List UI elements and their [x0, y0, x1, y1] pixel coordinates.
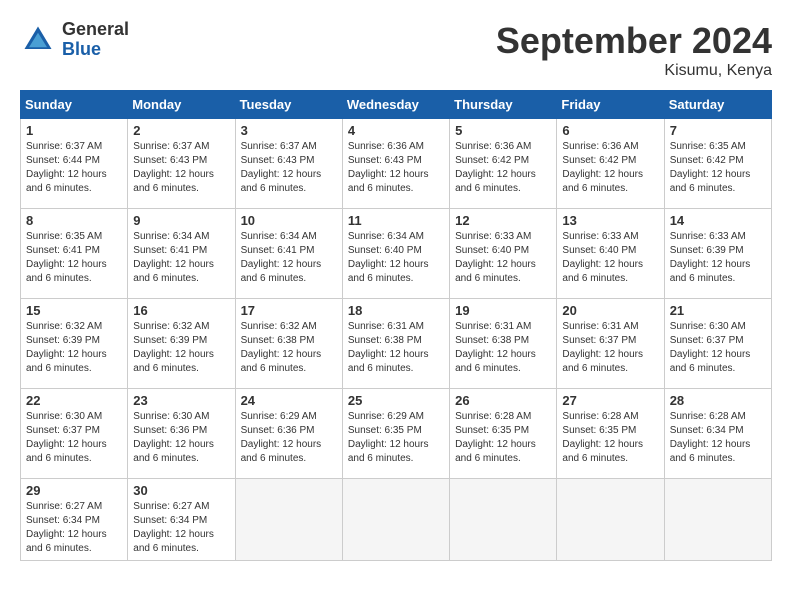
- header-wednesday: Wednesday: [342, 91, 449, 119]
- empty-cell-2: [342, 479, 449, 561]
- calendar-table: Sunday Monday Tuesday Wednesday Thursday…: [20, 90, 772, 561]
- day-30: 30 Sunrise: 6:27 AMSunset: 6:34 PMDaylig…: [128, 479, 235, 561]
- week-row-1: 1 Sunrise: 6:37 AMSunset: 6:44 PMDayligh…: [21, 119, 772, 209]
- week-row-3: 15 Sunrise: 6:32 AMSunset: 6:39 PMDaylig…: [21, 299, 772, 389]
- day-19: 19 Sunrise: 6:31 AMSunset: 6:38 PMDaylig…: [450, 299, 557, 389]
- empty-cell-1: [235, 479, 342, 561]
- day-9: 9 Sunrise: 6:34 AMSunset: 6:41 PMDayligh…: [128, 209, 235, 299]
- logo[interactable]: General Blue: [20, 20, 129, 60]
- week-row-5: 29 Sunrise: 6:27 AMSunset: 6:34 PMDaylig…: [21, 479, 772, 561]
- day-3: 3 Sunrise: 6:37 AMSunset: 6:43 PMDayligh…: [235, 119, 342, 209]
- day-5: 5 Sunrise: 6:36 AMSunset: 6:42 PMDayligh…: [450, 119, 557, 209]
- day-12: 12 Sunrise: 6:33 AMSunset: 6:40 PMDaylig…: [450, 209, 557, 299]
- day-22: 22 Sunrise: 6:30 AMSunset: 6:37 PMDaylig…: [21, 389, 128, 479]
- day-7: 7 Sunrise: 6:35 AMSunset: 6:42 PMDayligh…: [664, 119, 771, 209]
- location: Kisumu, Kenya: [496, 62, 772, 80]
- day-6: 6 Sunrise: 6:36 AMSunset: 6:42 PMDayligh…: [557, 119, 664, 209]
- day-10: 10 Sunrise: 6:34 AMSunset: 6:41 PMDaylig…: [235, 209, 342, 299]
- title-area: September 2024 Kisumu, Kenya: [496, 20, 772, 80]
- header-monday: Monday: [128, 91, 235, 119]
- day-18: 18 Sunrise: 6:31 AMSunset: 6:38 PMDaylig…: [342, 299, 449, 389]
- day-29: 29 Sunrise: 6:27 AMSunset: 6:34 PMDaylig…: [21, 479, 128, 561]
- logo-general: General: [62, 20, 129, 40]
- day-8: 8 Sunrise: 6:35 AMSunset: 6:41 PMDayligh…: [21, 209, 128, 299]
- header-thursday: Thursday: [450, 91, 557, 119]
- header-saturday: Saturday: [664, 91, 771, 119]
- day-24: 24 Sunrise: 6:29 AMSunset: 6:36 PMDaylig…: [235, 389, 342, 479]
- day-4: 4 Sunrise: 6:36 AMSunset: 6:43 PMDayligh…: [342, 119, 449, 209]
- day-1: 1 Sunrise: 6:37 AMSunset: 6:44 PMDayligh…: [21, 119, 128, 209]
- day-2: 2 Sunrise: 6:37 AMSunset: 6:43 PMDayligh…: [128, 119, 235, 209]
- logo-text: General Blue: [62, 20, 129, 60]
- header-tuesday: Tuesday: [235, 91, 342, 119]
- day-20: 20 Sunrise: 6:31 AMSunset: 6:37 PMDaylig…: [557, 299, 664, 389]
- month-title: September 2024: [496, 20, 772, 62]
- calendar-header-row: Sunday Monday Tuesday Wednesday Thursday…: [21, 91, 772, 119]
- empty-cell-5: [664, 479, 771, 561]
- header-friday: Friday: [557, 91, 664, 119]
- day-15: 15 Sunrise: 6:32 AMSunset: 6:39 PMDaylig…: [21, 299, 128, 389]
- day-11: 11 Sunrise: 6:34 AMSunset: 6:40 PMDaylig…: [342, 209, 449, 299]
- day-28: 28 Sunrise: 6:28 AMSunset: 6:34 PMDaylig…: [664, 389, 771, 479]
- day-16: 16 Sunrise: 6:32 AMSunset: 6:39 PMDaylig…: [128, 299, 235, 389]
- day-17: 17 Sunrise: 6:32 AMSunset: 6:38 PMDaylig…: [235, 299, 342, 389]
- day-25: 25 Sunrise: 6:29 AMSunset: 6:35 PMDaylig…: [342, 389, 449, 479]
- page-header: General Blue September 2024 Kisumu, Keny…: [20, 20, 772, 80]
- header-sunday: Sunday: [21, 91, 128, 119]
- week-row-2: 8 Sunrise: 6:35 AMSunset: 6:41 PMDayligh…: [21, 209, 772, 299]
- day-23: 23 Sunrise: 6:30 AMSunset: 6:36 PMDaylig…: [128, 389, 235, 479]
- day-13: 13 Sunrise: 6:33 AMSunset: 6:40 PMDaylig…: [557, 209, 664, 299]
- day-27: 27 Sunrise: 6:28 AMSunset: 6:35 PMDaylig…: [557, 389, 664, 479]
- logo-icon: [20, 22, 56, 58]
- day-21: 21 Sunrise: 6:30 AMSunset: 6:37 PMDaylig…: [664, 299, 771, 389]
- empty-cell-4: [557, 479, 664, 561]
- week-row-4: 22 Sunrise: 6:30 AMSunset: 6:37 PMDaylig…: [21, 389, 772, 479]
- day-26: 26 Sunrise: 6:28 AMSunset: 6:35 PMDaylig…: [450, 389, 557, 479]
- empty-cell-3: [450, 479, 557, 561]
- day-14: 14 Sunrise: 6:33 AMSunset: 6:39 PMDaylig…: [664, 209, 771, 299]
- logo-blue: Blue: [62, 40, 129, 60]
